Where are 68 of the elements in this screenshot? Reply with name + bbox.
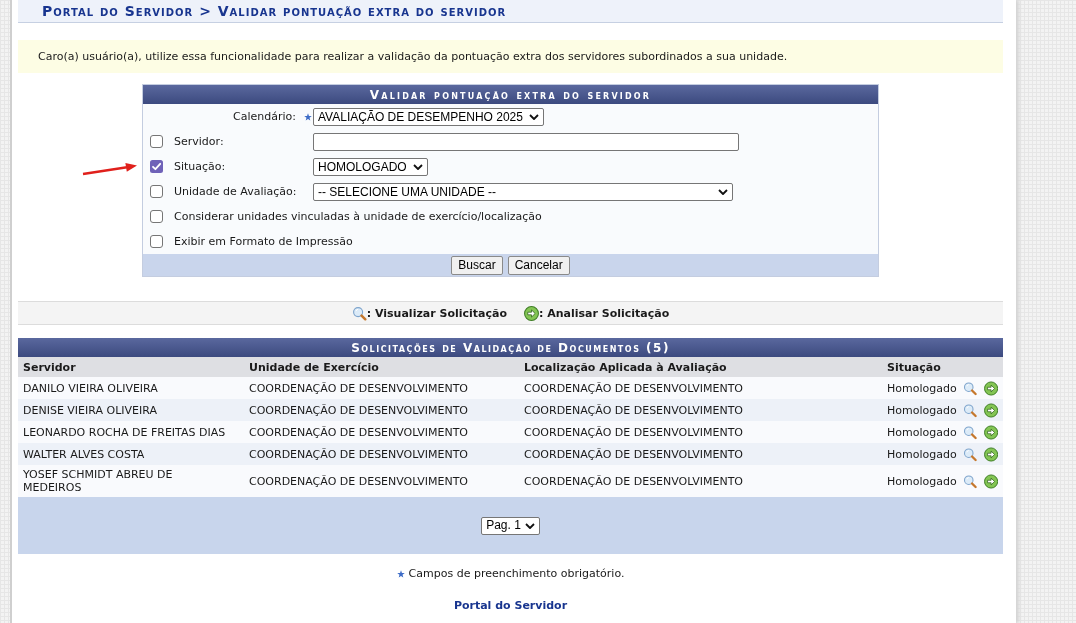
column-header: Situação xyxy=(882,357,1004,377)
table-cell: COORDENAÇÃO DE DESENVOLVIMENTO xyxy=(519,377,882,399)
table-cell: COORDENAÇÃO DE DESENVOLVIMENTO xyxy=(519,399,882,421)
table-title: Solicitações de Validação de Documentos (5) xyxy=(18,338,1004,357)
table-cell: COORDENAÇÃO DE DESENVOLVIMENTO xyxy=(519,421,882,443)
calendar-select[interactable]: AVALIAÇÃO DE DESEMPENHO 2025 xyxy=(313,107,544,126)
chevron-down-icon xyxy=(413,163,423,170)
checkbox[interactable] xyxy=(150,135,163,148)
status-text: Homologado xyxy=(887,447,957,461)
chevron-down-icon xyxy=(528,113,539,120)
table-cell: COORDENAÇÃO DE DESENVOLVIMENTO xyxy=(519,443,882,465)
table-cell: WALTER ALVES COSTA xyxy=(18,443,244,465)
legend-label: : Analisar Solicitação xyxy=(539,306,670,320)
checkbox[interactable] xyxy=(150,185,163,198)
status-text: Homologado xyxy=(887,474,957,488)
checkbox[interactable] xyxy=(150,210,163,223)
page-select[interactable]: Pag. 1 xyxy=(481,516,540,535)
arrow-circle-icon[interactable] xyxy=(983,446,999,462)
status-text: Homologado xyxy=(887,403,957,417)
status-text: Homologado xyxy=(887,425,957,439)
dropdown-select[interactable]: -- SELECIONE UMA UNIDADE -- xyxy=(313,182,733,201)
field-label: Servidor: xyxy=(174,135,225,148)
arrow-circle-icon xyxy=(524,305,539,321)
table-cell: COORDENAÇÃO DE DESENVOLVIMENTO xyxy=(244,443,519,465)
table-cell: LEONARDO ROCHA DE FREITAS DIAS xyxy=(18,421,244,443)
magnifier-icon[interactable] xyxy=(962,402,977,418)
checkbox-label: Considerar unidades vinculadas à unidade de exercício/localização xyxy=(174,210,542,223)
column-header: Servidor xyxy=(18,357,244,377)
arrow-circle-icon[interactable] xyxy=(983,402,999,418)
column-header: Localização Aplicada à Avaliação xyxy=(519,357,882,377)
status-text: Homologado xyxy=(887,381,957,395)
checkbox[interactable] xyxy=(150,160,163,173)
chevron-down-icon xyxy=(524,522,535,529)
panel-title: Validar pontuação extra do servidor xyxy=(143,85,878,104)
page-title: Portal do Servidor > Validar pontuação extra do servidor xyxy=(18,0,1003,23)
action-button[interactable]: Buscar xyxy=(451,255,503,275)
column-header: Unidade de Exercício xyxy=(244,357,519,377)
arrow-icon xyxy=(82,162,138,176)
checkbox[interactable] xyxy=(150,235,163,248)
arrow-circle-icon[interactable] xyxy=(983,380,999,396)
table-cell: COORDENAÇÃO DE DESENVOLVIMENTO xyxy=(244,377,519,399)
magnifier-icon[interactable] xyxy=(962,446,977,462)
magnifier-icon[interactable] xyxy=(962,473,977,489)
arrow-circle-icon[interactable] xyxy=(983,473,999,489)
info-message: Caro(a) usuário(a), utilize essa funcionalidade para realizar a validação da pontuação extra dos servidores subordinados a sua unidade. xyxy=(18,40,1003,73)
magnifier-icon[interactable] xyxy=(962,380,977,396)
text-field[interactable] xyxy=(313,132,739,151)
table-cell: DENISE VIEIRA OLIVEIRA xyxy=(18,399,244,421)
table-cell: COORDENAÇÃO DE DESENVOLVIMENTO xyxy=(244,399,519,421)
dropdown-select[interactable]: HOMOLOGADO xyxy=(313,157,428,176)
magnifier-icon[interactable] xyxy=(962,424,977,440)
table-cell: COORDENAÇÃO DE DESENVOLVIMENTO xyxy=(244,465,519,497)
field-label: Calendário: xyxy=(232,110,297,123)
field-label: Unidade de Avaliação: xyxy=(174,185,298,198)
chevron-down-icon xyxy=(718,188,728,195)
arrow-circle-icon[interactable] xyxy=(983,424,999,440)
table-cell: COORDENAÇÃO DE DESENVOLVIMENTO xyxy=(244,421,519,443)
magnifier-icon xyxy=(351,305,367,321)
field-label: Situação: xyxy=(174,160,227,173)
action-button[interactable]: Cancelar xyxy=(507,255,570,275)
legend-label: : Visualizar Solicitação xyxy=(366,306,507,320)
table-cell: YOSEF SCHMIDT ABREU DE MEDEIROS xyxy=(18,465,244,497)
table-cell: DANILO VIEIRA OLIVEIRA xyxy=(18,377,244,399)
star-icon xyxy=(396,570,405,578)
portal-link[interactable]: Portal do Servidor xyxy=(453,599,568,612)
table-cell: COORDENAÇÃO DE DESENVOLVIMENTO xyxy=(519,465,882,497)
required-note: Campos de preenchimento obrigatório. xyxy=(408,567,625,581)
checkbox-label: Exibir em Formato de Impressão xyxy=(174,235,353,248)
